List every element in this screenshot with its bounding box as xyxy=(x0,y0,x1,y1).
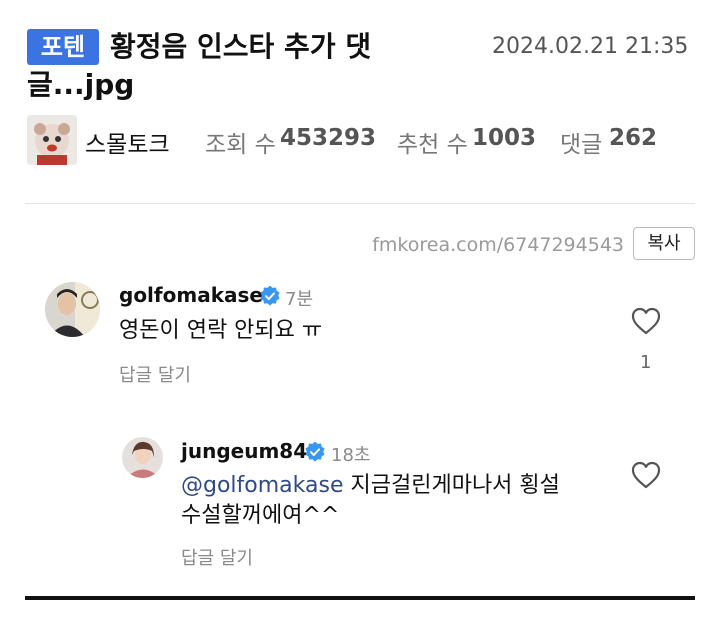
heart-icon[interactable] xyxy=(631,307,661,335)
reply-button[interactable]: 답글 달기 xyxy=(119,361,191,387)
post-date: 2024.02.21 21:35 xyxy=(492,34,689,59)
heart-icon[interactable] xyxy=(631,461,661,489)
comment-time: 18초 xyxy=(331,445,371,466)
comment-username[interactable]: golfomakase xyxy=(119,283,263,307)
comment-avatar-golfomakase[interactable] xyxy=(45,282,100,337)
comment-text: 영돈이 연락 안되요 ㅠ xyxy=(119,318,323,343)
author-avatar[interactable] xyxy=(27,115,77,165)
views-count: 453293 xyxy=(280,125,377,151)
comment-time: 7분 xyxy=(285,289,314,310)
content-bottom-divider xyxy=(25,596,695,600)
comments-count: 262 xyxy=(609,125,658,151)
views-label: 조회 수 xyxy=(205,132,276,158)
likes-label: 추천 수 xyxy=(397,132,468,158)
post-title-line1: 황정음 인스타 추가 댓 xyxy=(110,30,372,63)
post-title-line2: 글...jpg xyxy=(27,68,135,101)
verified-badge-icon xyxy=(260,286,280,306)
likes-count: 1003 xyxy=(472,125,537,151)
profile-photo-icon xyxy=(45,282,100,337)
profile-photo-icon xyxy=(122,437,163,478)
copy-url-button[interactable]: 복사 xyxy=(633,227,695,260)
author-name[interactable]: 스몰토크 xyxy=(85,125,170,159)
comment-text: 지금걸린게마나서 횡설 xyxy=(350,473,560,498)
author-avatar-image xyxy=(27,115,77,165)
header-divider xyxy=(25,203,695,204)
comment-mention[interactable]: @golfomakase xyxy=(181,473,344,498)
category-tag[interactable]: 포텐 xyxy=(27,29,99,65)
reply-button[interactable]: 답글 달기 xyxy=(181,544,253,570)
post-url[interactable]: fmkorea.com/6747294543 xyxy=(372,234,624,256)
verified-badge-icon xyxy=(305,442,325,462)
comment-avatar-jungeum84[interactable] xyxy=(122,437,163,478)
comment-text-continued: 수설할꺼에여^^ xyxy=(181,503,340,528)
comments-label: 댓글 xyxy=(560,132,603,158)
comment-username[interactable]: jungeum84 xyxy=(181,439,307,463)
comment-like-count: 1 xyxy=(640,352,652,373)
